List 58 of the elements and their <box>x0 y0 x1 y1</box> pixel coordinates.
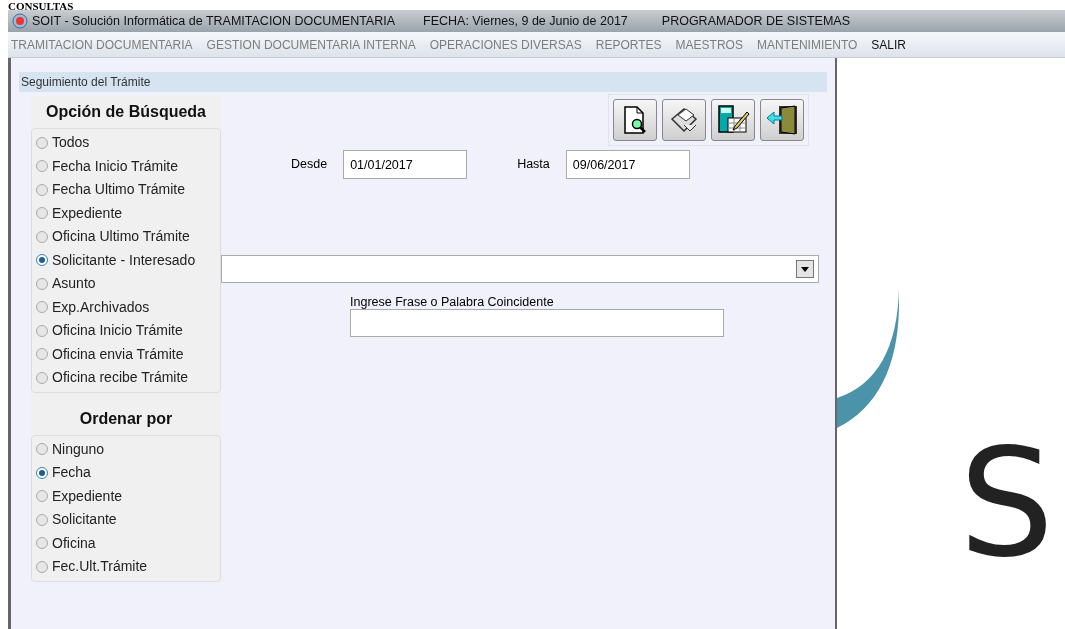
page-heading: CONSULTAS <box>8 0 74 12</box>
radio-button[interactable] <box>36 207 48 220</box>
exit-door-icon <box>765 104 799 136</box>
date-field[interactable]: 09/06/2017 <box>565 150 690 179</box>
radio-button[interactable] <box>36 443 48 456</box>
radio-option[interactable]: Fecha Ultimo Trámite <box>36 178 216 202</box>
radio-option[interactable]: Asunto <box>36 272 216 296</box>
radio-option[interactable]: Oficina Ultimo Trámite <box>36 225 216 249</box>
app-logo-icon <box>12 13 28 29</box>
toolbar-button[interactable] <box>613 99 657 141</box>
radio-option[interactable]: Oficina Inicio Trámite <box>36 319 216 343</box>
radio-option[interactable]: Oficina recibe Trámite <box>36 366 216 390</box>
radio-option[interactable]: Solicitante <box>36 508 216 532</box>
field-label: Hasta <box>517 156 550 174</box>
calculator-pencil-icon <box>716 104 750 136</box>
radio-option[interactable]: Expediente <box>36 201 216 225</box>
dropdown[interactable] <box>221 255 819 283</box>
toolbar-button[interactable] <box>760 99 804 141</box>
radio-option[interactable]: Fecha <box>36 461 216 485</box>
phrase-field[interactable] <box>350 309 724 337</box>
field-label: Ingrese Frase o Palabra Coincidente <box>350 295 555 309</box>
radio-option[interactable]: Expediente <box>36 484 216 508</box>
radio-button[interactable] <box>36 466 48 479</box>
radio-button[interactable] <box>36 560 48 573</box>
radio-button[interactable] <box>36 537 48 550</box>
radio-option[interactable]: Ninguno <box>36 437 216 461</box>
date-text: FECHA: Viernes, 9 de Junio de 2017 <box>423 12 628 30</box>
radio-option[interactable]: Oficina envia Trámite <box>36 342 216 366</box>
radio-button[interactable] <box>36 513 48 526</box>
radio-button[interactable] <box>36 254 48 267</box>
radio-option[interactable]: Fec.Ult.Trámite <box>36 555 216 579</box>
date-field[interactable]: 01/01/2017 <box>343 150 468 179</box>
radio-option[interactable]: Solicitante - Interesado <box>36 248 216 272</box>
group-title: Opción de Búsqueda <box>45 102 207 122</box>
printer-icon <box>668 105 700 135</box>
menu-item[interactable]: SALIR <box>871 35 907 54</box>
radio-button[interactable] <box>36 490 48 503</box>
toolbar-button[interactable] <box>711 99 755 141</box>
window-title: SOIT - Solución Informática de TRAMITACION DOCUMENTARIA <box>32 12 396 30</box>
radio-button[interactable] <box>36 324 48 337</box>
radio-option[interactable]: Fecha Inicio Trámite <box>36 154 216 178</box>
radio-button[interactable] <box>36 183 48 196</box>
radio-button[interactable] <box>36 348 48 361</box>
radio-option[interactable]: Todos <box>36 131 216 155</box>
radio-option[interactable]: Exp.Archivados <box>36 295 216 319</box>
radio-button[interactable] <box>36 371 48 384</box>
radio-button[interactable] <box>36 230 48 243</box>
radio-button[interactable] <box>36 160 48 173</box>
document-magnifier-icon <box>622 105 648 135</box>
radio-button[interactable] <box>36 301 48 314</box>
group-title: Ordenar por <box>78 408 174 429</box>
panel-title: Seguimiento del Trámite <box>19 72 827 92</box>
field-label: Desde <box>291 156 328 174</box>
toolbar-button[interactable] <box>662 99 706 141</box>
radio-option[interactable]: Oficina <box>36 531 216 555</box>
user-text: PROGRAMADOR DE SISTEMAS <box>661 12 851 30</box>
radio-button[interactable] <box>36 136 48 149</box>
radio-button[interactable] <box>36 277 48 290</box>
